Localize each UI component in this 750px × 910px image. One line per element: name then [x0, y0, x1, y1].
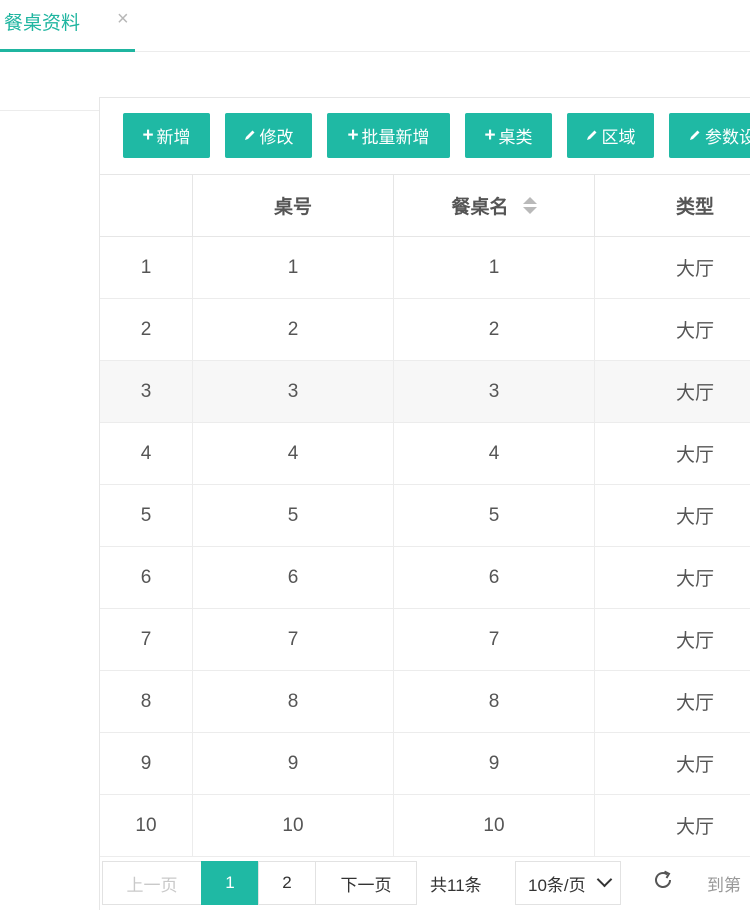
- tab-bar: 餐桌资料 ×: [0, 0, 750, 52]
- cell-type: 大厅: [675, 631, 714, 652]
- toolbar: + 新增 修改 + 批量新增 + 桌类 区域 参数设: [100, 98, 750, 175]
- page-button-1[interactable]: 1: [201, 861, 259, 905]
- cell-table-no: 7: [193, 609, 394, 670]
- next-page-button[interactable]: 下一页: [315, 861, 417, 905]
- table-row[interactable]: 10 10 10 大厅: [100, 795, 750, 857]
- cell-table-name: 6: [394, 547, 595, 608]
- table-row[interactable]: 9 9 9 大厅: [100, 733, 750, 795]
- cell-type: 大厅: [675, 383, 714, 404]
- cell-type: 大厅: [675, 445, 714, 466]
- cell-table-name: 8: [394, 671, 595, 732]
- page-button-2[interactable]: 2: [258, 861, 316, 905]
- cell-index: 10: [100, 795, 193, 856]
- cell-table-no: 3: [193, 361, 394, 422]
- cell-table-no: 9: [193, 733, 394, 794]
- plus-icon: +: [484, 124, 496, 146]
- page-size-select[interactable]: 10条/页: [515, 861, 621, 905]
- cell-type: 大厅: [675, 321, 714, 342]
- plus-icon: +: [142, 124, 154, 146]
- cell-table-name: 4: [394, 423, 595, 484]
- column-header-label: 桌号: [273, 197, 312, 218]
- cell-table-no: 10: [193, 795, 394, 856]
- cell-table-no: 4: [193, 423, 394, 484]
- table-row[interactable]: 6 6 6 大厅: [100, 547, 750, 609]
- cell-index: 6: [100, 547, 193, 608]
- add-button-label: 新增: [156, 128, 191, 147]
- table-panel: + 新增 修改 + 批量新增 + 桌类 区域 参数设 桌号 餐桌名 类型 1 1…: [99, 97, 750, 910]
- table-type-button-label: 桌类: [498, 128, 533, 147]
- column-header-index: [100, 175, 193, 236]
- table-header: 桌号 餐桌名 类型: [100, 175, 750, 237]
- cell-table-name: 9: [394, 733, 595, 794]
- cell-index: 4: [100, 423, 193, 484]
- column-header-label: 类型: [675, 197, 714, 218]
- cell-type: 大厅: [675, 507, 714, 528]
- cell-type: 大厅: [675, 569, 714, 590]
- table-row[interactable]: 2 2 2 大厅: [100, 299, 750, 361]
- cell-index: 7: [100, 609, 193, 670]
- area-button-label: 区域: [601, 128, 636, 147]
- cell-index: 1: [100, 237, 193, 298]
- column-header-table-name[interactable]: 餐桌名: [394, 175, 595, 236]
- divider: [0, 110, 100, 111]
- cell-table-name: 10: [394, 795, 595, 856]
- edit-button[interactable]: 修改: [225, 113, 312, 158]
- close-icon[interactable]: ×: [117, 8, 129, 31]
- table-row[interactable]: 4 4 4 大厅: [100, 423, 750, 485]
- cell-table-name: 7: [394, 609, 595, 670]
- page-size-value: 10条/页: [528, 875, 586, 895]
- table-row[interactable]: 3 3 3 大厅: [100, 361, 750, 423]
- table-type-button[interactable]: + 桌类: [465, 113, 552, 158]
- cell-index: 9: [100, 733, 193, 794]
- cell-table-no: 1: [193, 237, 394, 298]
- sort-icon[interactable]: [522, 196, 537, 216]
- pagination: 上一页 1 2 下一页 共11条 10条/页 到第: [100, 856, 750, 910]
- table-row[interactable]: 8 8 8 大厅: [100, 671, 750, 733]
- column-header-table-no[interactable]: 桌号: [193, 175, 394, 236]
- cell-table-name: 2: [394, 299, 595, 360]
- prev-page-button[interactable]: 上一页: [102, 861, 202, 905]
- cell-index: 2: [100, 299, 193, 360]
- settings-button-label: 参数设: [705, 128, 750, 147]
- total-count: 共11条: [430, 875, 482, 895]
- cell-index: 8: [100, 671, 193, 732]
- cell-table-name: 1: [394, 237, 595, 298]
- cell-type: 大厅: [675, 817, 714, 838]
- chevron-down-icon: [596, 871, 613, 888]
- cell-index: 3: [100, 361, 193, 422]
- cell-type: 大厅: [675, 755, 714, 776]
- cell-type: 大厅: [675, 259, 714, 280]
- cell-table-no: 2: [193, 299, 394, 360]
- plus-icon: +: [347, 124, 359, 146]
- table-body: 1 1 1 大厅 2 2 2 大厅 3 3 3 大厅 4 4 4 大厅 5 5 …: [100, 237, 750, 857]
- table-row[interactable]: 5 5 5 大厅: [100, 485, 750, 547]
- cell-table-no: 5: [193, 485, 394, 546]
- cell-table-name: 5: [394, 485, 595, 546]
- column-header-type[interactable]: 类型: [595, 175, 750, 236]
- pencil-icon: [689, 126, 701, 146]
- cell-type: 大厅: [675, 693, 714, 714]
- cell-table-name: 3: [394, 361, 595, 422]
- goto-page-label: 到第: [707, 875, 741, 895]
- cell-table-no: 6: [193, 547, 394, 608]
- tab-table-info[interactable]: 餐桌资料 ×: [0, 0, 135, 52]
- settings-button[interactable]: 参数设: [669, 113, 750, 158]
- pencil-icon: [586, 126, 598, 146]
- add-button[interactable]: + 新增: [123, 113, 210, 158]
- batch-add-button[interactable]: + 批量新增: [327, 113, 450, 158]
- table-row[interactable]: 1 1 1 大厅: [100, 237, 750, 299]
- cell-table-no: 8: [193, 671, 394, 732]
- edit-button-label: 修改: [259, 128, 294, 147]
- column-header-label: 餐桌名: [451, 197, 509, 218]
- batch-add-button-label: 批量新增: [361, 128, 430, 147]
- cell-index: 5: [100, 485, 193, 546]
- area-button[interactable]: 区域: [567, 113, 654, 158]
- table-row[interactable]: 7 7 7 大厅: [100, 609, 750, 671]
- pencil-icon: [244, 126, 256, 146]
- tab-label: 餐桌资料: [4, 13, 81, 34]
- refresh-icon[interactable]: [651, 868, 675, 892]
